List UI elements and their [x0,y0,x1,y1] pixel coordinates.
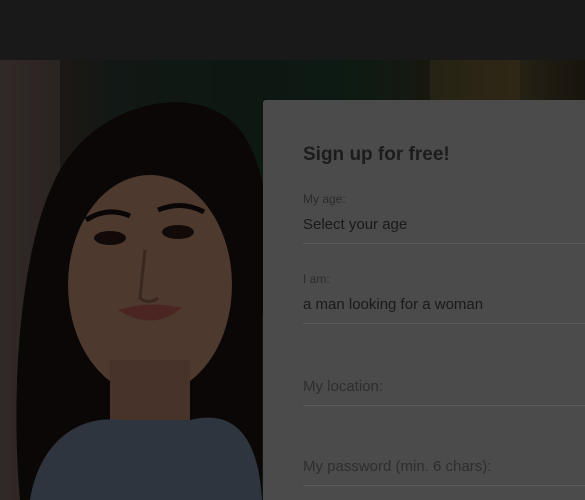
password-input[interactable]: My password (min. 6 chars): [303,458,585,486]
age-value[interactable]: Select your age [303,216,585,243]
seeking-label: I am: [303,272,330,286]
signup-title: Sign up for free! [303,144,450,165]
seeking-value[interactable]: a man looking for a woman [303,296,585,323]
location-placeholder[interactable]: My location: [303,378,585,405]
location-input[interactable]: My location: [303,378,585,406]
age-label: My age: [303,192,346,206]
signup-card: Sign up for free! My age: Select your ag… [263,100,585,500]
page: Sign up for free! My age: Select your ag… [0,0,585,500]
password-placeholder[interactable]: My password (min. 6 chars): [303,458,585,485]
seeking-select[interactable]: I am: a man looking for a woman [303,272,585,324]
age-select[interactable]: My age: Select your age [303,192,585,244]
